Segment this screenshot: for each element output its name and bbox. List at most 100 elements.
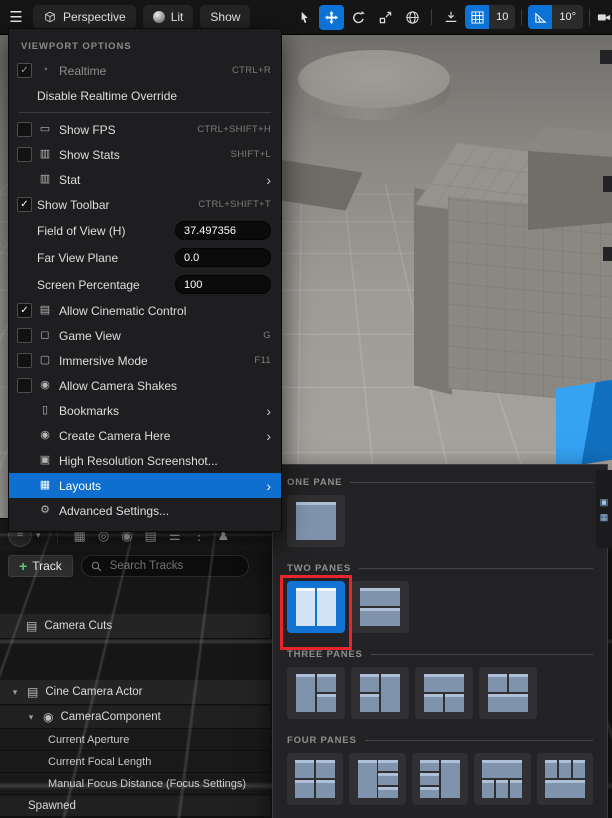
- layout-option-four-panes-bottom[interactable]: [537, 753, 593, 805]
- layout-option-three-panes-bottom[interactable]: [479, 667, 537, 719]
- expander-icon[interactable]: ▾: [10, 687, 20, 698]
- rotation-snap-value[interactable]: 10°: [552, 5, 583, 29]
- thumbnail-pane: [559, 760, 571, 778]
- thumbnail-pane: [445, 694, 464, 712]
- menu-item-immersive-mode[interactable]: ▢ Immersive Mode F11: [9, 348, 281, 373]
- expander-icon[interactable]: ▾: [26, 712, 36, 723]
- layout-option-four-panes-quad[interactable]: [287, 753, 343, 805]
- immersive-mode-checkbox[interactable]: [17, 353, 32, 368]
- submenu-arrow-icon: ›: [266, 429, 271, 443]
- game-view-checkbox[interactable]: [17, 328, 32, 343]
- menu-item-label: Layouts: [59, 479, 260, 493]
- rotation-snap-control[interactable]: 10°: [528, 5, 583, 29]
- menu-item-show-toolbar[interactable]: ✓ Show Toolbar CTRL+SHIFT+T: [9, 192, 281, 217]
- layouts-submenu: ONE PANETWO PANESTHREE PANESFOUR PANES: [272, 464, 608, 818]
- allow-camera-shakes-checkbox[interactable]: [17, 378, 32, 393]
- lit-mode-dropdown[interactable]: Lit: [143, 5, 194, 29]
- search-tracks-input[interactable]: [108, 559, 232, 573]
- show-stats-checkbox[interactable]: [17, 147, 32, 162]
- layout-option-one-pane[interactable]: [287, 495, 345, 547]
- menu-item-create-camera-here[interactable]: ◉ Create Camera Here ›: [9, 423, 281, 448]
- menu-section-header: VIEWPORT OPTIONS: [9, 33, 281, 58]
- thumbnail-pane: [545, 780, 585, 798]
- far-view-plane-input[interactable]: [175, 248, 271, 267]
- thumbnail-pane: [296, 674, 315, 712]
- menu-item-layouts[interactable]: ▦ Layouts ›: [9, 473, 281, 498]
- thumbnail-pane: [496, 780, 508, 798]
- box-mesh-side-face: [414, 187, 452, 394]
- screen-percentage-input[interactable]: [175, 275, 271, 294]
- show-fps-checkbox[interactable]: [17, 122, 32, 137]
- allow-cinematic-control-checkbox[interactable]: ✓: [17, 303, 32, 318]
- select-tool-button[interactable]: [292, 5, 317, 30]
- show-toolbar-checkbox[interactable]: ✓: [17, 197, 32, 212]
- cinematic-control-icon: ▤: [37, 305, 53, 316]
- shortcut-label: CTRL+SHIFT+T: [198, 199, 271, 210]
- thumbnail-pane: [317, 694, 336, 712]
- menu-item-advanced-settings[interactable]: ⚙ Advanced Settings...: [9, 498, 281, 523]
- layout-option-two-panes-side-by-side[interactable]: [287, 581, 345, 633]
- menu-item-bookmarks[interactable]: ▯ Bookmarks ›: [9, 398, 281, 423]
- menu-item-label: Create Camera Here: [59, 429, 260, 443]
- clipped-button-icon[interactable]: ▣: [600, 498, 609, 507]
- menu-item-label: Bookmarks: [59, 404, 260, 418]
- menu-item-realtime[interactable]: ✓ ◔ Realtime CTRL+R: [9, 58, 281, 83]
- track-current-aperture[interactable]: Current Aperture: [0, 729, 270, 751]
- menu-item-allow-camera-shakes[interactable]: ◉ Allow Camera Shakes: [9, 373, 281, 398]
- menu-item-stat[interactable]: ▥ Stat ›: [9, 167, 281, 192]
- track-label: CameraComponent: [60, 711, 160, 723]
- perspective-dropdown[interactable]: Perspective: [33, 5, 136, 29]
- add-track-button[interactable]: + Track: [8, 555, 73, 577]
- thumbnail-pane: [317, 674, 336, 692]
- layout-option-three-panes-left[interactable]: [287, 667, 345, 719]
- menu-item-label: Show FPS: [59, 123, 191, 137]
- menu-item-allow-cinematic-control[interactable]: ✓ ▤ Allow Cinematic Control: [9, 298, 281, 323]
- clipped-button-icon[interactable]: ▦: [600, 513, 609, 522]
- track-current-focal-length[interactable]: Current Focal Length: [0, 751, 270, 773]
- grid-snap-value[interactable]: 10: [489, 5, 515, 29]
- menu-item-high-resolution-screenshot[interactable]: ▣ High Resolution Screenshot...: [9, 448, 281, 473]
- layout-option-four-panes-top[interactable]: [474, 753, 530, 805]
- thumbnail-pane: [316, 780, 335, 798]
- immersive-mode-icon: ▢: [37, 355, 53, 366]
- camera-speed-button[interactable]: [596, 5, 612, 30]
- realtime-checkbox[interactable]: ✓: [17, 63, 32, 78]
- layout-option-two-panes-stacked[interactable]: [351, 581, 409, 633]
- layout-section-header: ONE PANE: [273, 469, 607, 493]
- grid-snap-control[interactable]: 10: [465, 5, 515, 29]
- layout-option-three-panes-top[interactable]: [415, 667, 473, 719]
- menu-item-game-view[interactable]: ◻ Game View G: [9, 323, 281, 348]
- layout-tile-row: [273, 665, 607, 725]
- section-divider: [350, 482, 593, 483]
- clipped-panel-fragment: [603, 176, 612, 192]
- shortcut-label: CTRL+R: [232, 65, 271, 76]
- thumbnail-pane: [510, 780, 522, 798]
- cine-camera-icon: ▤: [27, 686, 38, 698]
- thumbnail-pane: [295, 760, 314, 778]
- menu-item-disable-realtime-override[interactable]: Disable Realtime Override: [9, 83, 281, 108]
- layout-option-four-panes-right[interactable]: [412, 753, 468, 805]
- world-space-toggle-button[interactable]: [400, 5, 425, 30]
- menu-item-label: Show Stats: [59, 148, 225, 162]
- track-manual-focus-distance[interactable]: Manual Focus Distance (Focus Settings): [0, 773, 270, 795]
- scale-tool-button[interactable]: [373, 5, 398, 30]
- surface-snap-button[interactable]: [438, 5, 463, 30]
- menu-separator: [19, 112, 271, 113]
- track-camera-component[interactable]: ▾ ◉ CameraComponent: [0, 705, 270, 729]
- move-tool-button[interactable]: [319, 5, 344, 30]
- track-spawned[interactable]: Spawned: [0, 795, 270, 817]
- menu-item-show-stats[interactable]: ▥ Show Stats SHIFT+L: [9, 142, 281, 167]
- rotate-tool-button[interactable]: [346, 5, 371, 30]
- menu-item-show-fps[interactable]: ▭ Show FPS CTRL+SHIFT+H: [9, 117, 281, 142]
- shortcut-label: CTRL+SHIFT+H: [197, 124, 271, 135]
- thumbnail-pane: [420, 773, 439, 784]
- layout-option-three-panes-right[interactable]: [351, 667, 409, 719]
- track-cine-camera-actor[interactable]: ▾ ▤ Cine Camera Actor: [0, 679, 270, 705]
- track-camera-cuts[interactable]: ▤ Camera Cuts: [0, 613, 270, 639]
- thumbnail-pane: [378, 773, 397, 784]
- viewport-options-menu-button[interactable]: ☰: [6, 8, 26, 26]
- search-tracks-field[interactable]: [81, 555, 249, 577]
- field-of-view-input[interactable]: [175, 221, 271, 240]
- show-flags-dropdown[interactable]: Show: [200, 5, 250, 29]
- layout-option-four-panes-left[interactable]: [349, 753, 405, 805]
